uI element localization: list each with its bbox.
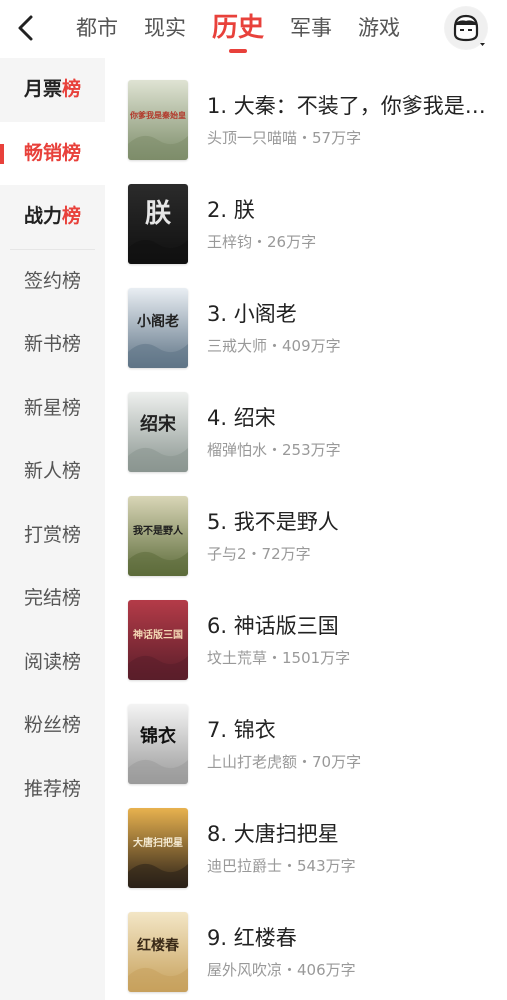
cover-title-text: 神话版三国 — [133, 628, 183, 641]
cover-title-text: 我不是野人 — [133, 524, 184, 537]
cover-title-text: 绍宋 — [140, 413, 176, 435]
book-meta: 三戒大师・409万字 — [207, 337, 341, 355]
book-list: 你爹我是秦始皇 1. 大秦：不装了，你爹我是秦始皇 头顶一只喵喵・57万字 朕 … — [105, 58, 507, 1000]
book-cover[interactable]: 我不是野人 — [128, 496, 188, 576]
cover-title-text: 小阁老 — [137, 313, 179, 330]
book-meta: 子与2・72万字 — [207, 545, 311, 563]
list-item[interactable]: 小阁老 3. 小阁老 三戒大师・409万字 — [128, 288, 498, 372]
category-tabs: 都市 现实 历史 军事 游戏 — [76, 0, 426, 58]
sidebar-item-label: 月票 — [23, 78, 62, 100]
back-icon[interactable] — [12, 12, 40, 44]
avatar-icon[interactable] — [444, 6, 488, 50]
book-title[interactable]: 3. 小阁老 — [207, 298, 497, 328]
sidebar-item-yuedu[interactable]: 阅读榜 — [0, 631, 105, 695]
sidebar-item-tuijian[interactable]: 推荐榜 — [0, 758, 105, 822]
sidebar-item-label: 阅读榜 — [23, 650, 81, 673]
ranking-sidebar: 月票榜 畅销榜 战力榜 签约榜 新书榜 新星榜 新人榜 打赏榜 完结榜 阅读榜 … — [0, 58, 105, 1000]
sidebar-item-zhanli[interactable]: 战力榜 — [0, 185, 105, 249]
cover-art: 绍宋 — [128, 392, 188, 472]
cover-art: 红楼春 — [128, 912, 188, 992]
book-meta: 榴弹怕水・253万字 — [207, 441, 341, 459]
list-item[interactable]: 你爹我是秦始皇 1. 大秦：不装了，你爹我是秦始皇 头顶一只喵喵・57万字 — [128, 80, 498, 164]
sidebar-item-label: 战力 — [23, 205, 62, 227]
book-title[interactable]: 2. 朕 — [207, 194, 497, 224]
sidebar-item-label: 新人榜 — [23, 460, 81, 482]
sidebar-item-label: 推荐榜 — [23, 777, 81, 800]
cover-art: 小阁老 — [128, 288, 188, 368]
sidebar-item-label: 新星榜 — [23, 396, 81, 419]
cover-art: 神话版三国 — [128, 600, 188, 680]
sidebar-item-xinshu[interactable]: 新书榜 — [0, 313, 105, 377]
book-cover[interactable]: 朕 — [128, 184, 188, 264]
cover-art: 你爹我是秦始皇 — [128, 80, 188, 160]
cover-art: 大唐扫把星 — [128, 808, 188, 888]
book-meta: 迪巴拉爵士・543万字 — [207, 857, 356, 875]
book-cover[interactable]: 大唐扫把星 — [128, 808, 188, 888]
sidebar-item-label-suffix: 榜 — [62, 78, 82, 100]
cover-art: 朕 — [128, 184, 188, 264]
book-title[interactable]: 6. 神话版三国 — [207, 610, 497, 640]
sidebar-item-xinren[interactable]: 新人榜 — [0, 440, 105, 504]
book-cover[interactable]: 锦衣 — [128, 704, 188, 784]
sidebar-item-xinxing[interactable]: 新星榜 — [0, 377, 105, 441]
cover-title-text: 你爹我是秦始皇 — [129, 110, 186, 120]
book-title[interactable]: 5. 我不是野人 — [207, 506, 497, 536]
top-bar: 都市 现实 历史 军事 游戏 — [0, 0, 507, 58]
list-item[interactable]: 红楼春 9. 红楼春 屋外风吹凉・406万字 — [128, 912, 498, 996]
book-cover[interactable]: 红楼春 — [128, 912, 188, 992]
book-title[interactable]: 1. 大秦：不装了，你爹我是秦始皇 — [207, 90, 497, 120]
cover-title-text: 红楼春 — [137, 937, 180, 954]
cover-art: 锦衣 — [128, 704, 188, 784]
sidebar-item-label: 签约榜 — [23, 269, 81, 292]
sidebar-item-dashang[interactable]: 打赏榜 — [0, 504, 105, 568]
book-meta: 王梓钧・26万字 — [207, 233, 317, 251]
cover-title-text: 锦衣 — [140, 725, 176, 747]
sidebar-item-label: 粉丝榜 — [23, 714, 81, 736]
tab-dushi[interactable]: 都市 — [76, 0, 118, 58]
cover-art: 我不是野人 — [128, 496, 188, 576]
book-cover[interactable]: 绍宋 — [128, 392, 188, 472]
sidebar-item-fensi[interactable]: 粉丝榜 — [0, 694, 105, 758]
sidebar-item-label: 打赏榜 — [23, 523, 81, 546]
tab-youxi[interactable]: 游戏 — [358, 0, 400, 58]
sidebar-item-label: 完结榜 — [23, 587, 81, 609]
list-item[interactable]: 大唐扫把星 8. 大唐扫把星 迪巴拉爵士・543万字 — [128, 808, 498, 892]
book-meta: 头顶一只喵喵・57万字 — [207, 129, 362, 147]
book-cover[interactable]: 神话版三国 — [128, 600, 188, 680]
list-item[interactable]: 朕 2. 朕 王梓钧・26万字 — [128, 184, 498, 268]
book-title[interactable]: 4. 绍宋 — [207, 402, 497, 432]
sidebar-item-yuepiao[interactable]: 月票榜 — [0, 58, 105, 122]
book-cover[interactable]: 你爹我是秦始皇 — [128, 80, 188, 160]
sidebar-item-changxiao[interactable]: 畅销榜 — [0, 121, 105, 185]
book-cover[interactable]: 小阁老 — [128, 288, 188, 368]
sidebar-item-label-suffix: 榜 — [62, 205, 82, 227]
sidebar-item-label: 新书榜 — [23, 333, 81, 355]
book-meta: 坟土荒草・1501万字 — [207, 649, 351, 667]
book-meta: 上山打老虎额・70万字 — [207, 753, 362, 771]
tab-junshi[interactable]: 军事 — [290, 0, 332, 58]
tab-xianshi[interactable]: 现实 — [144, 0, 186, 58]
tab-lishi[interactable]: 历史 — [212, 0, 264, 58]
cover-title-text: 朕 — [145, 199, 172, 229]
list-item[interactable]: 我不是野人 5. 我不是野人 子与2・72万字 — [128, 496, 498, 580]
sidebar-item-label: 畅销榜 — [23, 141, 81, 164]
list-item[interactable]: 绍宋 4. 绍宋 榴弹怕水・253万字 — [128, 392, 498, 476]
book-title[interactable]: 9. 红楼春 — [207, 922, 497, 952]
book-meta: 屋外风吹凉・406万字 — [207, 961, 356, 979]
list-item[interactable]: 锦衣 7. 锦衣 上山打老虎额・70万字 — [128, 704, 498, 788]
book-title[interactable]: 8. 大唐扫把星 — [207, 818, 497, 848]
list-item[interactable]: 神话版三国 6. 神话版三国 坟土荒草・1501万字 — [128, 600, 498, 684]
cover-title-text: 大唐扫把星 — [133, 836, 183, 849]
book-title[interactable]: 7. 锦衣 — [207, 714, 497, 744]
sidebar-item-qianyue[interactable]: 签约榜 — [0, 250, 105, 314]
sidebar-item-wanjie[interactable]: 完结榜 — [0, 567, 105, 631]
